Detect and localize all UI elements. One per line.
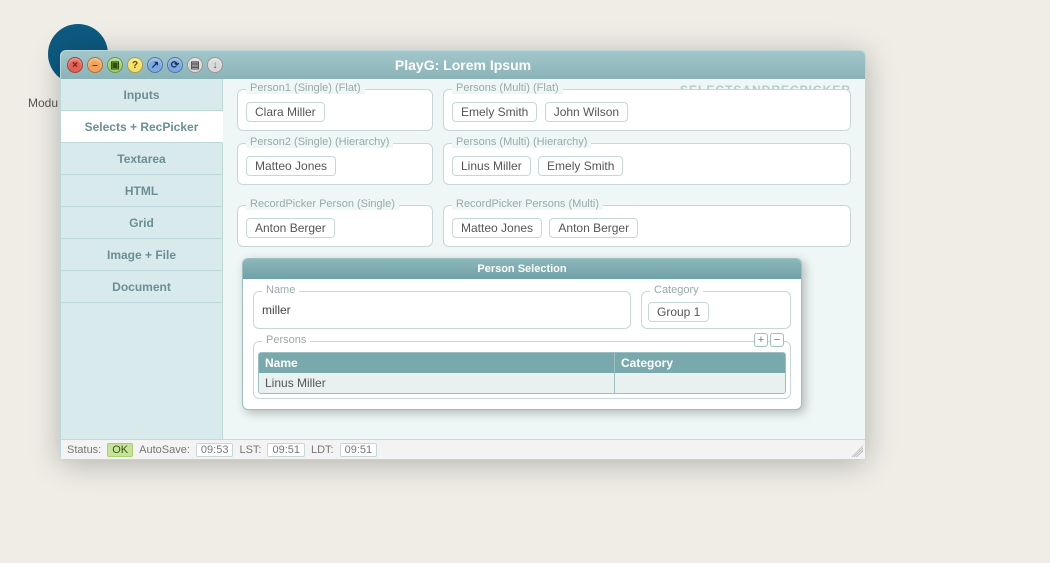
- popup-persons-label: Persons: [262, 334, 310, 346]
- field-recpicker-multi[interactable]: RecordPicker Persons (Multi) Matteo Jone…: [443, 205, 851, 247]
- lst-label: LST:: [239, 444, 261, 456]
- cell-name: Linus Miller: [259, 373, 615, 393]
- help-icon[interactable]: ?: [127, 57, 143, 73]
- field-recpicker-single[interactable]: RecordPicker Person (Single) Anton Berge…: [237, 205, 433, 247]
- chip[interactable]: Matteo Jones: [246, 156, 336, 176]
- add-person-button[interactable]: +: [754, 333, 768, 347]
- cell-category: [615, 373, 785, 393]
- field-person2[interactable]: Person2 (Single) (Hierarchy) Matteo Jone…: [237, 143, 433, 185]
- tab-inputs[interactable]: Inputs: [61, 79, 222, 111]
- tab-html[interactable]: HTML: [61, 175, 222, 207]
- popup-category-value[interactable]: Group 1: [648, 302, 709, 322]
- field-label: Person2 (Single) (Hierarchy): [246, 136, 393, 148]
- status-label: Status:: [67, 444, 101, 456]
- field-person1[interactable]: Person1 (Single) (Flat) Clara Miller: [237, 89, 433, 131]
- chip[interactable]: Anton Berger: [549, 218, 638, 238]
- field-persons-flat[interactable]: Persons (Multi) (Flat) Emely Smith John …: [443, 89, 851, 131]
- popup-persons-box: Persons + − Name Category Linus Miller: [253, 341, 791, 399]
- popup-title[interactable]: Person Selection: [243, 259, 801, 279]
- collapse-icon[interactable]: ↓: [207, 57, 223, 73]
- save-icon[interactable]: ▣: [107, 57, 123, 73]
- autosave-value: 09:53: [196, 443, 234, 457]
- popup-category-field: Category Group 1: [641, 291, 791, 329]
- refresh-icon[interactable]: ⟳: [167, 57, 183, 73]
- chip[interactable]: Emely Smith: [452, 102, 537, 122]
- autosave-label: AutoSave:: [139, 444, 190, 456]
- lst-value: 09:51: [267, 443, 305, 457]
- tab-textarea[interactable]: Textarea: [61, 143, 222, 175]
- chip[interactable]: Anton Berger: [246, 218, 335, 238]
- popup-name-field: Name: [253, 291, 631, 329]
- popup-name-label: Name: [262, 284, 299, 296]
- field-label: RecordPicker Person (Single): [246, 198, 399, 210]
- person-selection-popup: Person Selection Name Category Group 1 P…: [242, 258, 802, 410]
- col-category[interactable]: Category: [615, 353, 785, 373]
- resize-handle[interactable]: [851, 445, 863, 457]
- field-label: Persons (Multi) (Flat): [452, 82, 563, 94]
- tab-document[interactable]: Document: [61, 271, 222, 303]
- popup-name-input[interactable]: [260, 302, 624, 318]
- chip[interactable]: Matteo Jones: [452, 218, 542, 238]
- popup-category-label: Category: [650, 284, 703, 296]
- close-icon[interactable]: ×: [67, 57, 83, 73]
- table-row[interactable]: Linus Miller: [259, 373, 785, 393]
- ldt-value: 09:51: [340, 443, 378, 457]
- chip[interactable]: Emely Smith: [538, 156, 623, 176]
- popup-table: Name Category Linus Miller: [258, 352, 786, 394]
- field-label: Person1 (Single) (Flat): [246, 82, 365, 94]
- remove-person-button[interactable]: −: [770, 333, 784, 347]
- list-icon[interactable]: ▤: [187, 57, 203, 73]
- background-module-label: Modu: [28, 96, 58, 110]
- ldt-label: LDT:: [311, 444, 334, 456]
- chip[interactable]: Clara Miller: [246, 102, 325, 122]
- col-name[interactable]: Name: [259, 353, 615, 373]
- popout-icon[interactable]: ↗: [147, 57, 163, 73]
- window-titlebar[interactable]: × – ▣ ? ↗ ⟳ ▤ ↓ PlayG: Lorem Ipsum: [61, 51, 865, 79]
- chip[interactable]: John Wilson: [545, 102, 628, 122]
- chip[interactable]: Linus Miller: [452, 156, 531, 176]
- table-header: Name Category: [259, 353, 785, 373]
- field-persons-hier[interactable]: Persons (Multi) (Hierarchy) Linus Miller…: [443, 143, 851, 185]
- tab-selects-recpicker[interactable]: Selects + RecPicker: [61, 111, 223, 143]
- field-label: Persons (Multi) (Hierarchy): [452, 136, 591, 148]
- tab-image-file[interactable]: Image + File: [61, 239, 222, 271]
- tab-grid[interactable]: Grid: [61, 207, 222, 239]
- sidebar: Inputs Selects + RecPicker Textarea HTML…: [61, 79, 223, 439]
- status-bar: Status: OK AutoSave: 09:53 LST: 09:51 LD…: [61, 439, 865, 459]
- field-label: RecordPicker Persons (Multi): [452, 198, 603, 210]
- status-value: OK: [107, 443, 133, 457]
- minimize-icon[interactable]: –: [87, 57, 103, 73]
